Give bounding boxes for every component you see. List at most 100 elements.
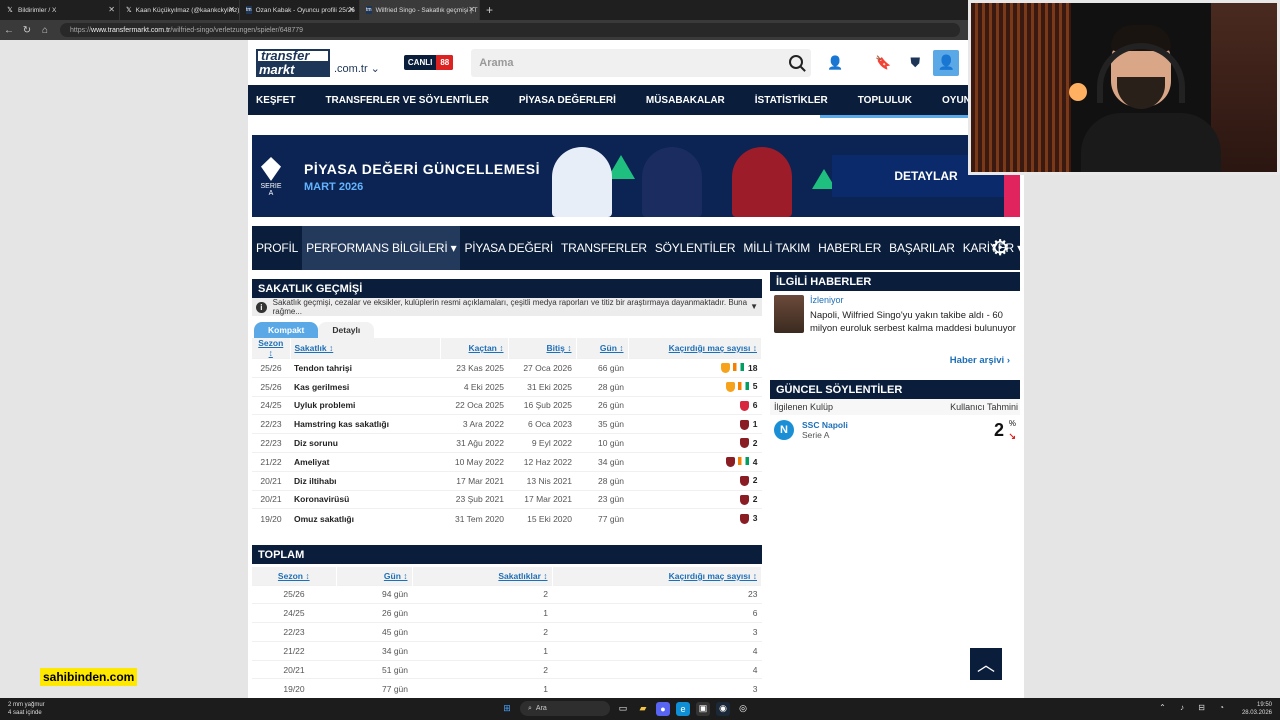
cell-games-missed: 1 [628, 414, 762, 434]
col-days[interactable]: Gün ↕ [336, 567, 413, 585]
tab-title: Kaan Küçükyılmaz (@kaankckylmz) [135, 6, 240, 14]
browser-tab[interactable]: 𝕏 Bildirimler / X ✕ [0, 0, 120, 20]
rumours-box: GÜNCEL SÖYLENTİLER İlgilenen Kulüp Kullan… [770, 380, 1020, 445]
cell-games-missed: 2 [628, 489, 762, 509]
close-icon[interactable]: ✕ [348, 5, 355, 14]
col-games-missed[interactable]: Kaçırdığı maç sayısı ↕ [628, 338, 762, 359]
rumour-club[interactable]: SSC Napoli [802, 420, 848, 430]
table-row: 20/21 Diz iltihabı 17 Mar 2021 13 Nis 2021 2… [252, 470, 762, 491]
tab-news[interactable]: HABERLER [814, 226, 885, 270]
torino-club-icon[interactable] [739, 419, 749, 430]
cell-season: 21/22 [252, 451, 290, 472]
news-archive-link[interactable]: Haber arşivi › [770, 355, 1020, 375]
news-item[interactable]: İzleniyor Napoli, Wilfried Singo'yu yakı… [770, 291, 1020, 355]
country-selector[interactable]: .com.tr ⌄ [334, 62, 380, 75]
user-search-icon[interactable]: 👤 [823, 51, 847, 75]
nav-item-market-values[interactable]: PİYASA DEĞERLERİ [511, 95, 624, 106]
col-season[interactable]: Sezon ↕ [252, 338, 291, 359]
torino-club-icon[interactable] [739, 513, 749, 524]
scroll-to-top-button[interactable]: ︿ [970, 648, 1002, 680]
transfermarkt-logo[interactable]: transfer markt [256, 48, 330, 77]
cell-games-missed: 18 [628, 358, 762, 378]
galatasaray-club-icon[interactable] [725, 382, 735, 393]
close-icon[interactable]: ✕ [108, 5, 115, 14]
system-tray-icons[interactable]: ⌃ ♪ ⊟ ◔ [1159, 703, 1230, 712]
galatasaray-club-icon[interactable] [721, 363, 731, 374]
discord-icon[interactable]: ● [656, 701, 670, 716]
taskbar-search[interactable]: ⌕ Ara [520, 701, 610, 716]
rumours-title: GÜNCEL SÖYLENTİLER [770, 380, 1020, 399]
games-missed-value: 4 [752, 456, 758, 467]
nav-item-statistics[interactable]: İSTATİSTİKLER [747, 95, 836, 106]
nav-item-transfers[interactable]: TRANSFERLER VE SÖYLENTİLER [317, 95, 496, 106]
task-view-icon[interactable]: ▭ [616, 702, 630, 716]
ivory-coast-flag-icon[interactable] [733, 363, 745, 372]
windows-start-icon[interactable]: ⊞ [500, 702, 514, 716]
torino-club-icon[interactable] [725, 457, 735, 468]
col-season[interactable]: Sezon ↕ [252, 567, 337, 585]
market-value-banner[interactable]: SERIE A PİYASA DEĞERİ GÜNCELLEMESİ MART … [252, 135, 1020, 217]
close-icon[interactable]: ✕ [228, 5, 235, 14]
back-icon[interactable]: ← [0, 25, 18, 36]
cell-until: 15 Eki 2020 [508, 508, 576, 528]
club-icons [739, 513, 749, 524]
torino-club-icon[interactable] [739, 438, 749, 449]
gear-icon[interactable]: ⚙ [990, 237, 1010, 259]
news-headline[interactable]: Napoli, Wilfried Singo'yu yakın takibe a… [810, 309, 1016, 335]
browser-tab-active[interactable]: tm Wilfried Singo - Sakatlık geçmişi | T ✕ [360, 0, 480, 20]
url-field[interactable]: https://www.transfermarkt.com.tr/wilfrie… [60, 23, 960, 37]
browser-tab[interactable]: 𝕏 Kaan Küçükyılmaz (@kaankckylmz) ✕ [120, 0, 240, 20]
file-explorer-icon[interactable]: ▰ [636, 702, 650, 716]
toggle-compact[interactable]: Kompakt [254, 322, 319, 338]
torino-club-icon[interactable] [739, 494, 749, 505]
injury-info[interactable]: i Sakatlık geçmişi, cezalar ve eksikler, … [252, 298, 762, 316]
tab-performance[interactable]: PERFORMANS BİLGİLERİ ▾ [302, 226, 461, 270]
games-missed-value: 6 [752, 400, 758, 411]
col-injuries[interactable]: Sakatlıklar ↕ [412, 567, 553, 585]
table-row: 25/26 94 gün 2 23 [252, 584, 762, 604]
toggle-detailed[interactable]: Detaylı [318, 322, 375, 338]
logo-top: transfer [256, 48, 330, 63]
clock[interactable]: 19:50 28.03.2026 [1242, 701, 1272, 717]
col-days[interactable]: Gün ↕ [576, 338, 629, 359]
account-icon[interactable]: 👤 [933, 49, 960, 76]
rumour-row[interactable]: N SSC Napoli Serie A 2 % ↘ [770, 415, 1020, 445]
close-icon[interactable]: ✕ [468, 5, 475, 14]
nav-item-competitions[interactable]: MÜSABAKALAR [638, 95, 733, 106]
new-tab-icon[interactable]: + [486, 3, 493, 17]
nav-item-community[interactable]: TOPLULUK [850, 95, 920, 106]
tab-profile[interactable]: PROFİL [252, 226, 302, 270]
weather-widget[interactable]: 2 mm yağmur 4 saat içinde [8, 701, 45, 717]
shield-icon[interactable]: ⛊ [903, 51, 927, 75]
ivory-coast-flag-icon[interactable] [737, 457, 749, 466]
torino-club-icon[interactable] [739, 476, 749, 487]
col-from[interactable]: Kaçtan ↕ [440, 338, 509, 359]
chrome-icon[interactable]: ◎ [736, 702, 750, 716]
search-input[interactable]: Arama [471, 48, 812, 77]
bookmark-icon[interactable]: 🔖 [871, 51, 895, 75]
table-row: 25/26 Kas gerilmesi 4 Eki 2025 31 Eki 2025 2… [252, 376, 762, 397]
app-icon[interactable]: ▣ [696, 701, 710, 716]
chevron-down-icon[interactable]: ▼ [750, 302, 758, 311]
nav-item-discover[interactable]: KEŞFET [248, 95, 303, 106]
home-icon[interactable]: ⌂ [36, 25, 54, 36]
ivory-coast-flag-icon[interactable] [737, 382, 749, 391]
col-until[interactable]: Bitiş ↕ [508, 338, 577, 359]
monaco-club-icon[interactable] [739, 400, 749, 411]
tab-rumours[interactable]: SÖYLENTİLER [651, 226, 740, 270]
browser-tab[interactable]: tm Ozan Kabak - Oyuncu profili 25/26 ✕ [240, 0, 360, 20]
reload-icon[interactable]: ↻ [18, 25, 36, 36]
cell-games: 6 [552, 603, 762, 623]
col-injury[interactable]: Sakatlık ↕ [290, 338, 441, 359]
tab-market-value[interactable]: PİYASA DEĞERİ [460, 226, 557, 270]
live-button[interactable]: CANLI 88 [403, 55, 454, 70]
steam-icon[interactable]: ◉ [716, 701, 730, 716]
tab-national-team[interactable]: MİLLİ TAKIM [739, 226, 814, 270]
col-games-missed[interactable]: Kaçırdığı maç sayısı ↕ [552, 567, 762, 585]
tab-achievements[interactable]: BAŞARILAR [885, 226, 959, 270]
edge-icon[interactable]: e [676, 701, 690, 716]
tab-transfers[interactable]: TRANSFERLER [557, 226, 651, 270]
news-tag[interactable]: İzleniyor [810, 295, 1016, 305]
taskbar-apps: ⊞ ⌕ Ara ▭ ▰ ● e ▣ ◉ ◎ [500, 701, 750, 716]
search-icon[interactable] [789, 54, 804, 69]
